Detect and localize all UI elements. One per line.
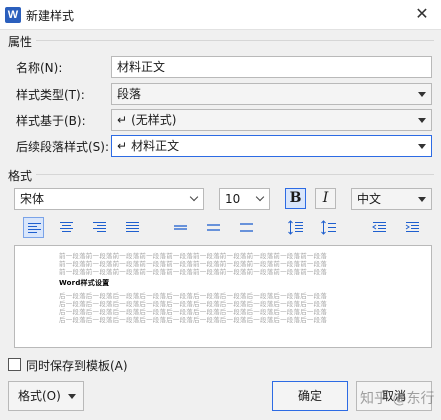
paragraph-space-decrease-icon [288,220,303,235]
dropdown-arrow-icon [418,197,426,202]
section-divider [36,174,434,175]
paragraph-space-increase-icon [321,220,336,235]
section-divider [36,40,434,41]
preview-next-paragraph: 后一段落后一段落后一段落后一段落后一段落后一段落后一段落后一段落后一段落后一段落 [59,316,327,324]
italic-button[interactable]: I [315,188,336,209]
based-on-value: (无样式) [131,113,177,127]
paragraph-space-decrease-button[interactable] [285,217,306,238]
style-type-select[interactable]: 段落 [111,83,432,105]
dropdown-arrow-icon [418,92,426,97]
font-name-value: 宋体 [20,192,45,206]
preview-previous-paragraph: 前一段落前一段落前一段落前一段落前一段落前一段落前一段落前一段落前一段落前一段落 [59,268,327,276]
style-type-value: 段落 [117,87,142,101]
paragraph-space-increase-button[interactable] [318,217,339,238]
next-style-select[interactable]: ↵ 材料正文 [111,135,432,157]
chevron-down-icon [189,192,199,202]
based-on-label: 样式基于(B): [16,114,86,128]
font-size-value: 10 [225,192,241,206]
name-input[interactable]: 材料正文 [111,56,432,78]
align-right-icon [93,222,106,232]
line-spacing-double-icon [240,223,253,232]
language-select[interactable]: 中文 [351,188,432,210]
next-style-value: 材料正文 [131,139,180,153]
save-to-template-label[interactable]: 同时保存到模板(A) [26,357,128,374]
indent-increase-icon [405,222,419,232]
line-spacing-single-button[interactable] [170,217,191,238]
dropdown-arrow-icon [418,118,426,123]
close-icon[interactable]: ✕ [410,3,434,25]
next-style-label: 后续段落样式(S): [16,140,110,154]
bold-button[interactable]: B [285,188,306,209]
preview-previous-paragraph: 前一段落前一段落前一段落前一段落前一段落前一段落前一段落前一段落前一段落前一段落 [59,252,327,260]
align-center-icon [60,222,73,232]
wps-writer-icon: W [5,7,21,23]
line-spacing-double-button[interactable] [236,217,257,238]
indent-increase-button[interactable] [402,217,423,238]
dialog-title: 新建样式 [26,9,75,23]
title-bar: W 新建样式 ✕ [0,0,441,30]
preview-next-paragraph: 后一段落后一段落后一段落后一段落后一段落后一段落后一段落后一段落后一段落后一段落 [59,292,327,300]
format-menu-button[interactable]: 格式(O) [8,381,84,411]
justify-button[interactable] [122,217,143,238]
section-properties-label: 属性 [8,35,33,49]
align-right-button[interactable] [89,217,110,238]
dropdown-arrow-icon [418,144,426,149]
font-size-combo[interactable]: 10 [219,188,270,210]
font-name-combo[interactable]: 宋体 [14,188,204,210]
preview-next-paragraph: 后一段落后一段落后一段落后一段落后一段落后一段落后一段落后一段落后一段落后一段落 [59,300,327,308]
indent-decrease-button[interactable] [369,217,390,238]
justify-icon [126,222,139,232]
line-spacing-1-5-icon [207,224,220,231]
line-spacing-1-5-button[interactable] [203,217,224,238]
preview-sample-text: Word样式设置 [59,279,110,287]
dropdown-arrow-icon [68,394,76,399]
section-format-label: 格式 [8,169,33,183]
align-left-button[interactable] [23,217,44,238]
based-on-select[interactable]: ↵ (无样式) [111,109,432,131]
style-preview: 前一段落前一段落前一段落前一段落前一段落前一段落前一段落前一段落前一段落前一段落… [14,245,432,348]
watermark: 知乎 @东行 [360,391,435,407]
format-menu-label: 格式(O) [18,389,61,403]
name-label: 名称(N): [16,61,63,75]
preview-next-paragraph: 后一段落后一段落后一段落后一段落后一段落后一段落后一段落后一段落后一段落后一段落 [59,308,327,316]
line-spacing-single-icon [174,225,187,230]
indent-decrease-icon [372,222,386,232]
save-to-template-checkbox[interactable] [8,358,21,371]
paragraph-return-icon: ↵ [117,113,128,127]
chevron-down-icon [255,192,265,202]
ok-button[interactable]: 确定 [272,381,348,411]
preview-previous-paragraph: 前一段落前一段落前一段落前一段落前一段落前一段落前一段落前一段落前一段落前一段落 [59,260,327,268]
style-type-label: 样式类型(T): [16,88,85,102]
align-left-icon [28,223,41,233]
align-center-button[interactable] [56,217,77,238]
paragraph-return-icon: ↵ [117,139,128,153]
language-value: 中文 [357,192,382,206]
name-input-value: 材料正文 [117,60,166,74]
